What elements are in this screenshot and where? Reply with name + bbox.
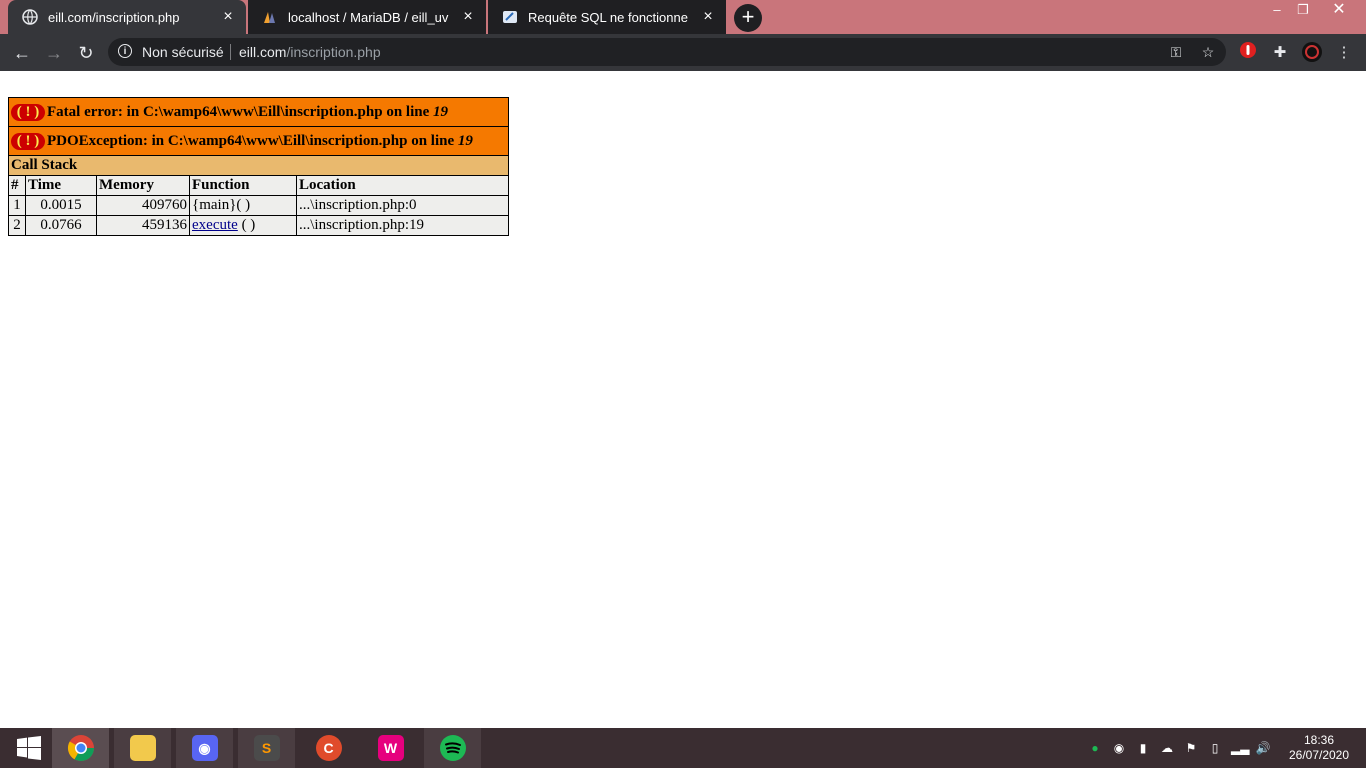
cell-time: 0.0015 [25, 195, 97, 216]
php-error-table: ( ! ) Fatal error: in C:\wamp64\www\Eill\… [8, 97, 509, 236]
warning-icon: ( ! ) [11, 103, 45, 121]
discord-icon: ◉ [191, 735, 218, 761]
cell-num: 2 [8, 215, 26, 236]
divider [230, 44, 231, 60]
forward-icon[interactable]: → [41, 40, 67, 66]
tab-title: eill.com/inscription.php [48, 9, 180, 25]
reload-icon[interactable]: ↻ [73, 40, 99, 66]
error-message: Fatal error: in C:\wamp64\www\Eill\inscr… [47, 103, 433, 120]
tab-forum[interactable]: Requête SQL ne fonctionne pas e × [488, 0, 726, 34]
col-header-location: Location [296, 175, 509, 196]
url-text[interactable]: eill.com/inscription.php [239, 44, 381, 60]
chrome-icon [67, 735, 94, 762]
fatal-error-row: ( ! ) Fatal error: in C:\wamp64\www\Eill\… [8, 97, 509, 127]
taskbar-spotify[interactable] [424, 728, 481, 768]
sublime-text-icon: S [253, 735, 280, 761]
error-message: PDOException: in C:\wamp64\www\Eill\insc… [47, 132, 458, 149]
devices-tray-icon[interactable]: ▯ [1207, 740, 1223, 756]
clock-date: 26/07/2020 [1288, 748, 1350, 762]
execute-doc-link[interactable]: execute [192, 217, 238, 233]
cell-location: ...\inscription.php:19 [296, 215, 509, 236]
error-line: 19 [433, 103, 448, 120]
info-icon[interactable]: i [118, 44, 132, 58]
start-button[interactable] [0, 728, 57, 768]
profile-avatar[interactable] [1300, 41, 1324, 65]
battery-tray-icon[interactable]: ▮ [1135, 740, 1151, 756]
phpmyadmin-icon [264, 12, 275, 23]
star-icon[interactable]: ☆ [1200, 44, 1216, 60]
extensions-puzzle-icon[interactable]: ✚ [1268, 41, 1292, 65]
close-tab-icon[interactable]: × [220, 9, 236, 25]
tab-title: localhost / MariaDB / eill_uv | php [288, 9, 452, 25]
warning-icon: ( ! ) [11, 132, 45, 150]
table-row: 2 0.0766 459136 execute ( ) ...\inscript… [8, 215, 509, 236]
call-stack-title: Call Stack [8, 155, 509, 176]
volume-tray-icon[interactable]: 🔊 [1255, 740, 1271, 756]
browser-toolbar: ← → ↻ i Non sécurisé eill.com/inscriptio… [0, 34, 1366, 71]
network-tray-icon[interactable]: ▂▃ [1231, 740, 1249, 756]
taskbar-file-explorer[interactable] [114, 728, 171, 768]
col-header-memory: Memory [96, 175, 190, 196]
url-path: /inscription.php [286, 44, 381, 60]
flag-tray-icon[interactable]: ⚑ [1183, 740, 1199, 756]
close-tab-icon[interactable]: × [700, 9, 716, 25]
col-header-num: # [8, 175, 26, 196]
key-icon[interactable]: ⚿ [1168, 44, 1184, 60]
error-line: 19 [457, 132, 473, 149]
cell-location: ...\inscription.php:0 [296, 195, 509, 216]
wampserver-icon: W [377, 735, 404, 761]
folder-icon [129, 735, 156, 761]
windows-taskbar: ◉ S C W ● ◉ ▮ ☁ ⚑ ▯ ▂▃ 🔊 18:36 26/07/202… [0, 728, 1366, 768]
system-clock[interactable]: 18:36 26/07/2020 [1282, 733, 1356, 763]
url-host: eill.com [239, 44, 287, 60]
taskbar-ccleaner[interactable]: C [300, 728, 357, 768]
cell-function: {main}( ) [189, 195, 297, 216]
spotify-icon [439, 735, 466, 761]
security-label[interactable]: Non sécurisé [142, 44, 224, 60]
onedrive-tray-icon[interactable]: ☁ [1159, 740, 1175, 756]
taskbar-sublime[interactable]: S [238, 728, 295, 768]
cell-memory: 459136 [96, 215, 190, 236]
address-bar[interactable]: i Non sécurisé eill.com/inscription.php … [108, 38, 1226, 66]
new-tab-button[interactable]: + [734, 4, 762, 32]
ccleaner-icon: C [315, 735, 342, 761]
close-tab-icon[interactable]: × [460, 9, 476, 25]
tab-strip: eill.com/inscription.php × localhost / M… [0, 0, 1366, 34]
tab-phpmyadmin[interactable]: localhost / MariaDB / eill_uv | php × [248, 0, 486, 34]
tab-title: Requête SQL ne fonctionne pas e [528, 9, 692, 25]
function-suffix: ( ) [237, 217, 256, 233]
taskbar-chrome[interactable] [52, 728, 109, 768]
taskbar-discord[interactable]: ◉ [176, 728, 233, 768]
forum-icon [503, 11, 517, 23]
cell-time: 0.0766 [25, 215, 97, 236]
col-header-time: Time [25, 175, 97, 196]
globe-icon [22, 9, 38, 25]
table-row: 1 0.0015 409760 {main}( ) ...\inscriptio… [8, 195, 509, 216]
menu-icon[interactable]: ⋮ [1332, 41, 1356, 65]
cell-function: execute ( ) [189, 215, 297, 236]
pdo-exception-row: ( ! ) PDOException: in C:\wamp64\www\Eill… [8, 126, 509, 156]
extension-red-icon[interactable] [1236, 41, 1260, 65]
col-header-function: Function [189, 175, 297, 196]
back-icon[interactable]: ← [9, 40, 35, 66]
tab-inscription[interactable]: eill.com/inscription.php × [8, 0, 246, 34]
discord-tray-icon[interactable]: ◉ [1111, 740, 1127, 756]
cell-num: 1 [8, 195, 26, 216]
spotify-tray-icon[interactable]: ● [1087, 740, 1103, 756]
close-window-icon[interactable]: ✕ [1316, 0, 1362, 22]
cell-memory: 409760 [96, 195, 190, 216]
clock-time: 18:36 [1303, 733, 1335, 747]
taskbar-wampserver[interactable]: W [362, 728, 419, 768]
windows-start-icon [16, 736, 41, 760]
